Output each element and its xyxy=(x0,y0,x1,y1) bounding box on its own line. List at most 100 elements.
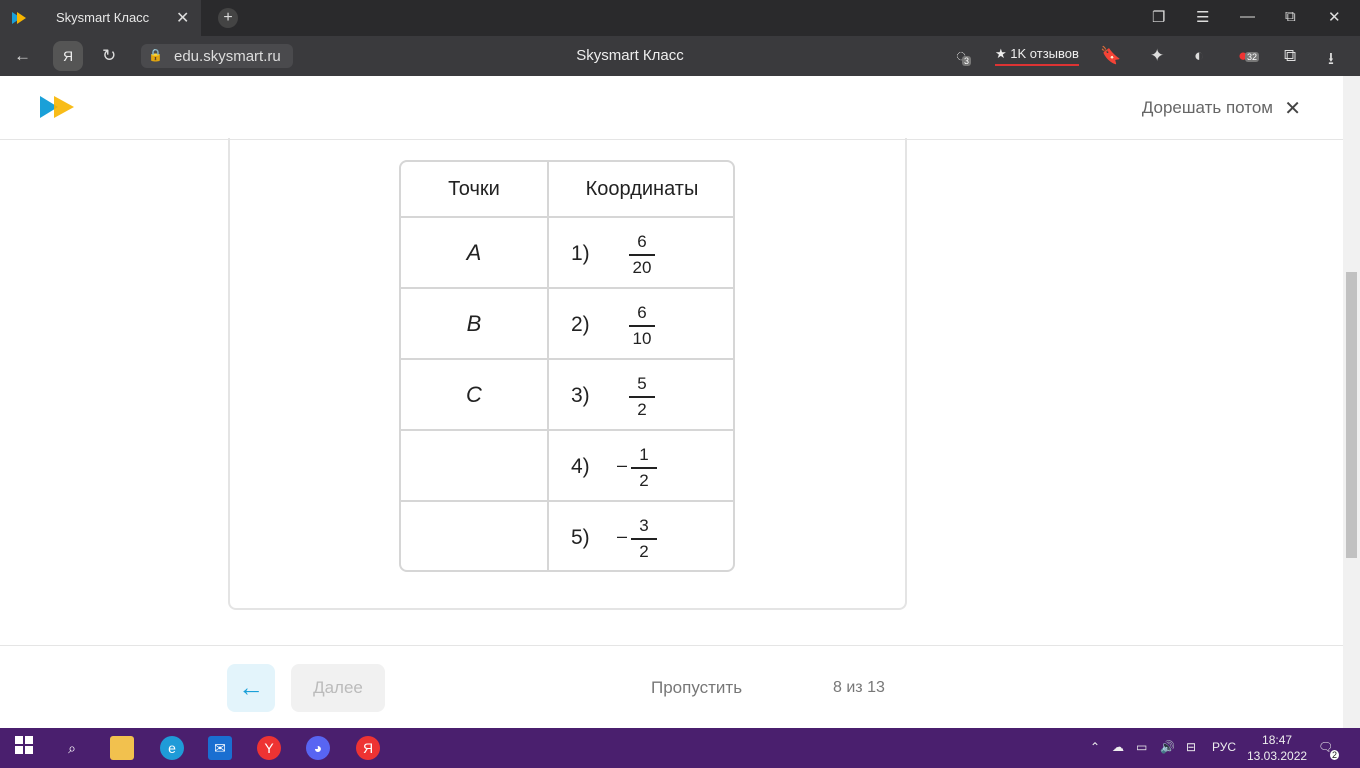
minimize-icon[interactable]: — xyxy=(1240,8,1255,25)
table-header-row: Точки Координаты xyxy=(401,162,733,218)
coordinates-header-cell: Координаты xyxy=(551,162,733,216)
address-bar[interactable]: 🔒 edu.skysmart.ru xyxy=(141,44,293,68)
reload-icon[interactable]: ↻ xyxy=(102,46,116,66)
coordinate-cell: 2) 6 10 xyxy=(551,289,733,358)
url-text: edu.skysmart.ru xyxy=(174,48,281,65)
point-cell: A xyxy=(401,218,549,287)
option-index: 5) xyxy=(571,526,590,549)
back-icon[interactable]: ← xyxy=(14,46,31,66)
close-icon[interactable]: ✕ xyxy=(1284,96,1301,121)
windows-taskbar: ⌕ e ✉ Y ◕ Я ⌃ ☁ ▭ 🔊 ⊟ РУС 18:47 13.03.20… xyxy=(0,728,1360,768)
back-button[interactable]: ← xyxy=(227,664,275,712)
file-explorer-icon[interactable] xyxy=(110,736,134,760)
option-index: 1) xyxy=(571,242,590,265)
solve-later-link[interactable]: Дорешать потом xyxy=(1142,98,1273,118)
point-cell: B xyxy=(401,289,549,358)
numerator: 6 xyxy=(637,232,647,251)
tab-title: Skysmart Класс xyxy=(56,10,150,25)
onedrive-icon[interactable]: ☁ xyxy=(1112,740,1124,754)
coordinate-cell: 1) 6 20 xyxy=(551,218,733,287)
fraction: 12 xyxy=(631,445,657,491)
clock[interactable]: 18:47 13.03.2022 xyxy=(1247,732,1307,764)
browser-tab[interactable]: Skysmart Класс ✕ xyxy=(0,0,201,36)
yandex-button[interactable]: Я xyxy=(53,41,83,71)
display-icon[interactable]: ▭ xyxy=(1136,740,1147,754)
denominator: 20 xyxy=(632,258,652,277)
numerator: 6 xyxy=(637,303,647,322)
points-header-cell: Точки xyxy=(401,162,549,216)
numerator: 3 xyxy=(639,516,649,535)
adblock-badge: 32 xyxy=(1245,52,1260,62)
table-row: C 3) 52 xyxy=(401,360,733,431)
search-icon[interactable]: ⌕ xyxy=(60,736,84,760)
restore-icon[interactable]: ⧉ xyxy=(1285,8,1296,25)
mail-icon[interactable]: ✉ xyxy=(208,736,232,760)
page-title: Skysmart Класс xyxy=(576,47,684,64)
fraction: 6 10 xyxy=(629,303,655,349)
denominator: 10 xyxy=(632,329,652,348)
numerator: 5 xyxy=(637,374,647,393)
tab-bar: Skysmart Класс ✕ + ❐ ☰ — ⧉ ✕ xyxy=(0,0,1360,36)
skysmart-favicon-icon xyxy=(12,11,26,30)
notifications-badge: 2 xyxy=(1330,750,1340,760)
yandex-icon[interactable]: Я xyxy=(356,736,380,760)
extension-icon[interactable]: ✦ xyxy=(1150,46,1164,66)
yandex-browser-icon[interactable]: Y xyxy=(257,736,281,760)
reviews-link[interactable]: ★ 1K отзывов xyxy=(995,46,1079,66)
coordinate-cell: 3) 52 xyxy=(551,360,733,429)
close-tab-icon[interactable]: ✕ xyxy=(176,8,189,28)
coordinates-header: Координаты xyxy=(585,177,699,200)
extensions-icon[interactable]: ⧉ xyxy=(1284,46,1296,66)
numerator: 1 xyxy=(639,445,649,464)
progress-counter: 8 из 13 xyxy=(833,679,885,696)
option-index: 2) xyxy=(571,313,590,336)
fraction: 32 xyxy=(631,516,657,562)
fraction: 6 20 xyxy=(629,232,655,278)
table-row: B 2) 6 10 xyxy=(401,289,733,360)
page-scrollbar[interactable] xyxy=(1343,76,1360,728)
vpn-icon[interactable]: ◐ xyxy=(1194,46,1204,66)
denominator: 2 xyxy=(639,542,649,561)
minus-sign: – xyxy=(617,526,628,546)
windows-start-icon[interactable] xyxy=(12,736,36,760)
downloads-icon[interactable]: ⭳ xyxy=(1328,46,1334,75)
table-row: 5) – 32 xyxy=(401,502,733,570)
clock-time: 18:47 xyxy=(1262,733,1293,747)
table-row: A 1) 6 20 xyxy=(401,218,733,289)
point-cell xyxy=(401,431,549,500)
matching-table: Точки Координаты A 1) 6 20 B 2) 6 10 C 3) … xyxy=(399,160,735,572)
discord-icon[interactable]: ◕ xyxy=(306,736,330,760)
clock-date: 13.03.2022 xyxy=(1247,749,1308,763)
bookmark-icon[interactable]: 🔖 xyxy=(1100,46,1121,66)
point-cell: C xyxy=(401,360,549,429)
skysmart-logo[interactable] xyxy=(40,96,74,123)
option-index: 4) xyxy=(571,455,590,478)
page-footer: ← Далее Пропустить 8 из 13 xyxy=(0,645,1343,728)
skip-button[interactable]: Пропустить xyxy=(651,678,742,698)
point-cell xyxy=(401,502,549,570)
denominator: 2 xyxy=(639,471,649,490)
reviews-label: 1K отзывов xyxy=(1010,46,1079,61)
next-button[interactable]: Далее xyxy=(291,664,385,712)
coordinate-cell: 5) – 32 xyxy=(551,502,733,570)
tabs-count-badge: 3 xyxy=(962,56,972,66)
new-tab-button[interactable]: + xyxy=(218,8,238,28)
minus-sign: – xyxy=(617,455,628,475)
language-indicator[interactable]: РУС xyxy=(1212,740,1236,754)
network-icon[interactable]: ⊟ xyxy=(1186,740,1196,754)
volume-icon[interactable]: 🔊 xyxy=(1160,740,1175,754)
fraction: 52 xyxy=(629,374,655,420)
denominator: 2 xyxy=(637,400,647,419)
coordinate-cell: 4) – 12 xyxy=(551,431,733,500)
tray-expand-icon[interactable]: ⌃ xyxy=(1090,740,1100,754)
collections-icon[interactable]: ❐ xyxy=(1152,8,1165,26)
edge-icon[interactable]: e xyxy=(160,736,184,760)
lock-icon: 🔒 xyxy=(148,48,163,62)
menu-icon[interactable]: ☰ xyxy=(1196,8,1209,26)
close-window-icon[interactable]: ✕ xyxy=(1328,8,1341,26)
page-header: Дорешать потом ✕ xyxy=(0,76,1343,140)
table-row: 4) – 12 xyxy=(401,431,733,502)
scrollbar-thumb[interactable] xyxy=(1346,272,1357,558)
points-header: Точки xyxy=(448,177,500,200)
option-index: 3) xyxy=(571,384,590,407)
